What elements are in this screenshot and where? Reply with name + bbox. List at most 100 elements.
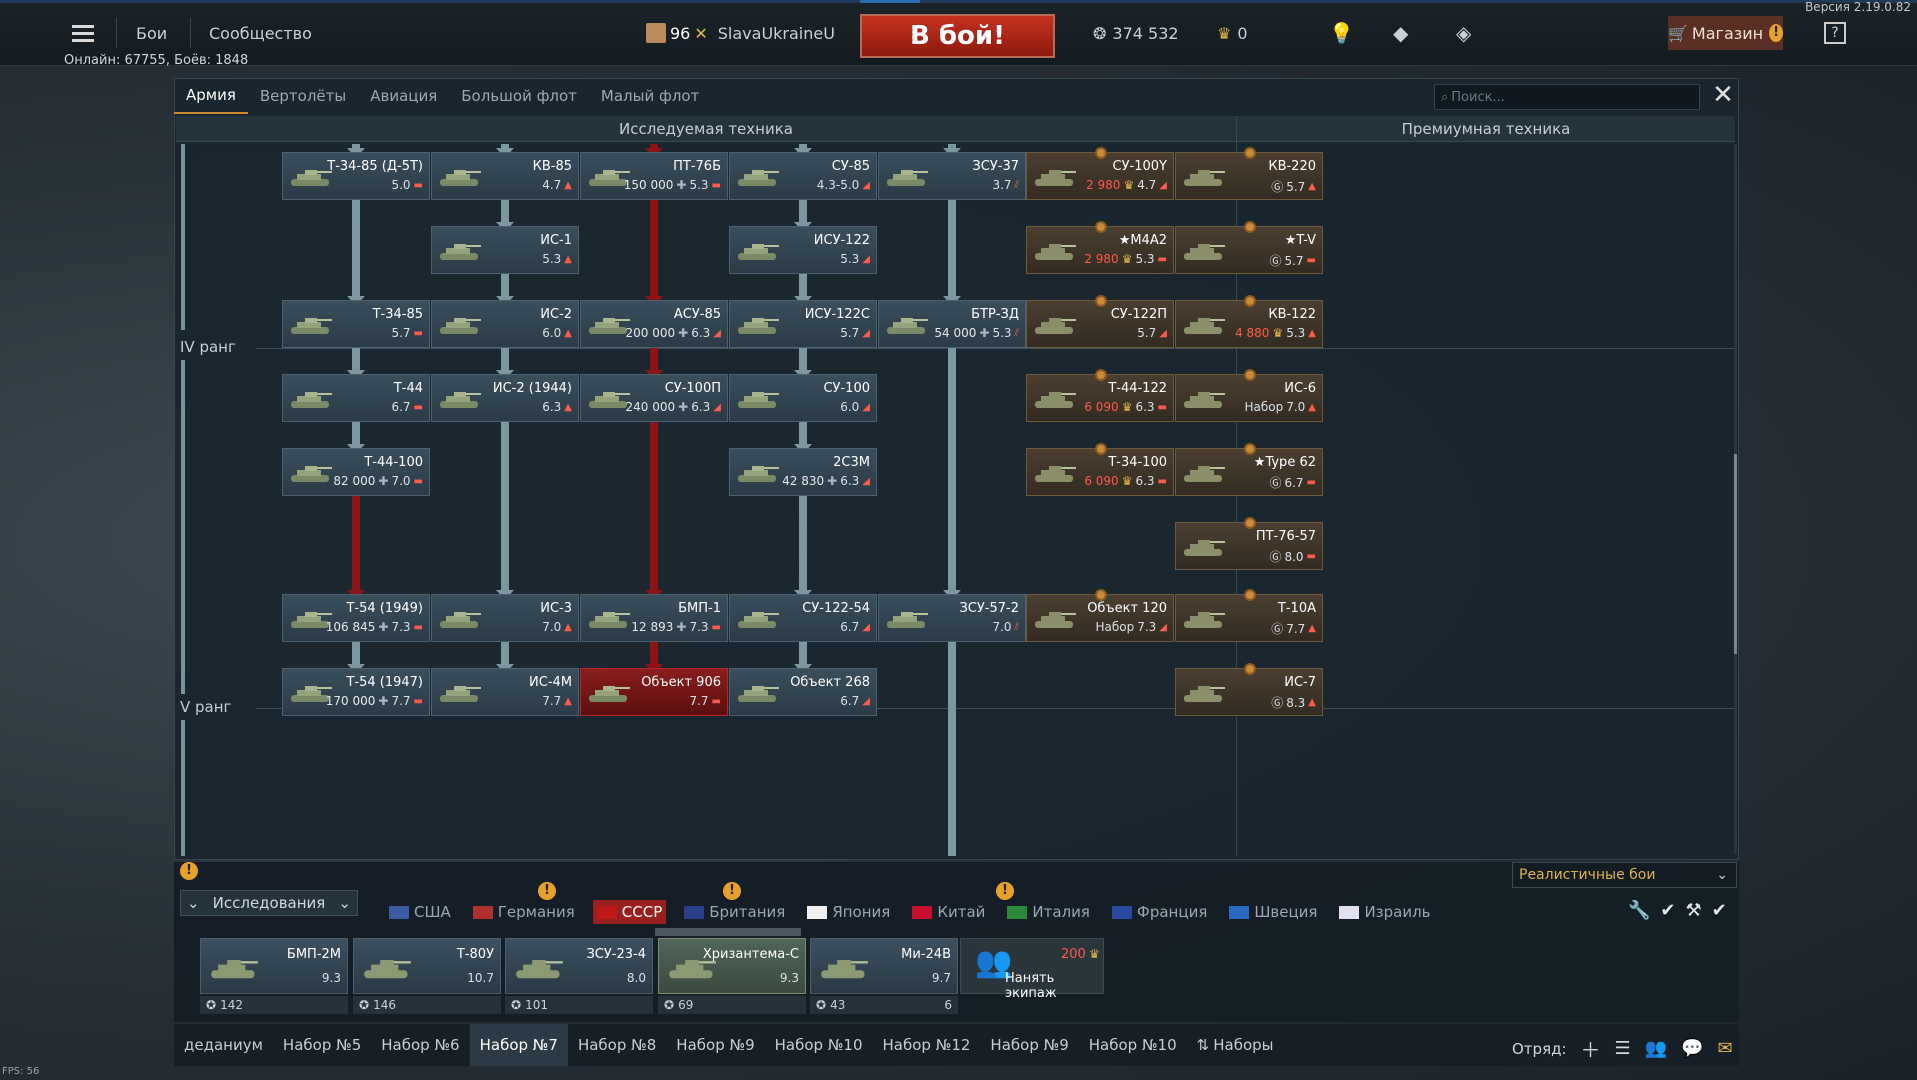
nation-tab[interactable]: СССР xyxy=(592,900,667,924)
tab-army[interactable]: Армия xyxy=(174,78,248,114)
vehicle-card[interactable]: БТР-ЗД 54 000 ✚ 5.3 ⫽ xyxy=(878,300,1026,348)
crew-vehicle[interactable]: Ми-24В 9.7 xyxy=(810,938,958,994)
vehicle-card[interactable]: ИС-3 7.0 ▲ xyxy=(431,594,579,642)
premium-vehicle-card[interactable]: Т-34-100 6 090 ♛ 6.3 ▬ xyxy=(1026,443,1174,496)
scroll-thumb[interactable] xyxy=(1734,454,1737,654)
premium-vehicle-card[interactable]: Объект 120 Набор 7.3 ◢ xyxy=(1026,589,1174,642)
vehicle-card[interactable]: ЗСУ-37 3.7 ⫽ xyxy=(878,152,1026,200)
nation-tab[interactable]: Италия xyxy=(1003,900,1094,924)
menu-icon[interactable] xyxy=(72,16,96,50)
profile[interactable]: 96 ✕ SlavaUkraineU xyxy=(646,16,835,50)
vehicle-card[interactable]: ИС-2 6.0 ▲ xyxy=(431,300,579,348)
battles-menu[interactable]: Бои xyxy=(136,16,167,50)
list-icon[interactable]: ☰ xyxy=(1615,1038,1631,1059)
nation-tab[interactable]: США xyxy=(385,900,455,924)
premium-vehicle-card[interactable]: ★Type 62 Ⓖ 6.7 ▬ xyxy=(1175,443,1323,496)
vehicle-card[interactable]: Т-54 (1949) 106 845 ✚ 7.3 ▬ xyxy=(282,594,430,642)
vehicle-card[interactable]: 2С3М 42 830 ✚ 6.3 ◢ xyxy=(729,448,877,496)
vehicle-card[interactable]: Объект 906 7.7 ▬ xyxy=(580,668,728,716)
nation-tab[interactable]: Германия xyxy=(469,900,579,924)
repair-all-icon[interactable]: ⚒ xyxy=(1686,900,1702,921)
premium-vehicle-card[interactable]: ИС-6 Набор 7.0 ▲ xyxy=(1175,369,1323,422)
crew-vehicle[interactable]: Хризантема-С 9.3 xyxy=(658,938,806,994)
vehicle-card[interactable]: Объект 268 6.7 ◢ xyxy=(729,668,877,716)
nation-tab[interactable]: Китай xyxy=(908,900,989,924)
crew-vehicle[interactable]: БМП-2М 9.3 xyxy=(200,938,348,994)
vehicle-card[interactable]: Т-44-100 82 000 ✚ 7.0 ▬ xyxy=(282,448,430,496)
preset-tab[interactable]: Набор №8 xyxy=(568,1024,666,1066)
chat-icon[interactable]: 💬 xyxy=(1681,1038,1703,1059)
premium-vehicle-card[interactable]: ИС-7 Ⓖ 8.3 ▲ xyxy=(1175,663,1323,716)
tab-aviation[interactable]: Авиация xyxy=(358,78,449,114)
premium-vehicle-card[interactable]: Т-10А Ⓖ 7.7 ▲ xyxy=(1175,589,1323,642)
decal-icon[interactable]: ◆ xyxy=(1393,16,1408,50)
search-input[interactable]: ⌕ Поиск... xyxy=(1434,84,1700,110)
nation-tab[interactable]: Франция xyxy=(1108,900,1211,924)
warning-icon[interactable]: ! xyxy=(180,862,198,880)
crew-vehicle[interactable]: Т-80У 10.7 xyxy=(353,938,501,994)
lightbulb-icon[interactable]: 💡 xyxy=(1329,16,1354,50)
nation-tab[interactable]: Израиль xyxy=(1335,900,1434,924)
close-icon[interactable]: ✕ xyxy=(1708,80,1738,110)
wrench-icon[interactable]: 🔧 xyxy=(1628,900,1650,921)
vehicle-card[interactable]: СУ-100 6.0 ◢ xyxy=(729,374,877,422)
vehicle-card[interactable]: ИС-1 5.3 ▲ xyxy=(431,226,579,274)
silver-lions[interactable]: ❂ 374 532 xyxy=(1093,16,1179,50)
crew-slot[interactable]: Ми-24В 9.7 ✪ 43 6 xyxy=(810,938,958,1014)
preset-tab[interactable]: Набор №10 xyxy=(1079,1024,1187,1066)
premium-vehicle-card[interactable]: ★T-V Ⓖ 5.7 ▬ xyxy=(1175,221,1323,274)
vehicle-card[interactable]: ПТ-76Б 150 000 ✚ 5.3 ▬ xyxy=(580,152,728,200)
vehicle-card[interactable]: АСУ-85 200 000 ✚ 6.3 ◢ xyxy=(580,300,728,348)
tab-coastal-fleet[interactable]: Малый флот xyxy=(589,78,711,114)
shop-button[interactable]: 🛒 Магазин ! xyxy=(1668,16,1783,50)
coupon-icon[interactable]: ◈ xyxy=(1456,16,1471,50)
vehicle-card[interactable]: КВ-85 4.7 ▲ xyxy=(431,152,579,200)
vehicle-card[interactable]: ИСУ-122 5.3 ◢ xyxy=(729,226,877,274)
vehicle-card[interactable]: ЗСУ-57-2 7.0 ⫽ xyxy=(878,594,1026,642)
vehicle-card[interactable]: Т-44 6.7 ▬ xyxy=(282,374,430,422)
preset-tab[interactable]: Набор №9 xyxy=(666,1024,764,1066)
vehicle-card[interactable]: Т-34-85 (Д-5Т) 5.0 ▬ xyxy=(282,152,430,200)
premium-vehicle-card[interactable]: ★М4А2 2 980 ♛ 5.3 ▬ xyxy=(1026,221,1174,274)
tab-helicopters[interactable]: Вертолёты xyxy=(248,78,358,114)
preset-tab[interactable]: деданиум xyxy=(174,1024,273,1066)
help-button[interactable]: ? xyxy=(1824,22,1846,44)
vehicle-card[interactable]: ИС-4М 7.7 ▲ xyxy=(431,668,579,716)
preset-tab[interactable]: Набор №5 xyxy=(273,1024,371,1066)
golden-eagles[interactable]: ♛ 0 xyxy=(1217,16,1248,50)
preset-tab[interactable]: ⇅ Наборы xyxy=(1187,1024,1284,1066)
crew-slot[interactable]: Хризантема-С 9.3 ✪ 69 xyxy=(658,938,806,1014)
vehicle-card[interactable]: Т-34-85 5.7 ▬ xyxy=(282,300,430,348)
game-mode-select[interactable]: Реалистичные бои ⌄ xyxy=(1512,862,1737,888)
crew-slot[interactable]: БМП-2М 9.3 ✪ 142 xyxy=(200,938,348,1014)
check-icon[interactable]: ✔ xyxy=(1712,900,1727,921)
to-battle-button[interactable]: В бой! xyxy=(860,14,1055,58)
mail-icon[interactable]: ✉ xyxy=(1718,1038,1733,1059)
premium-vehicle-card[interactable]: ПТ-76-57 Ⓖ 8.0 ▬ xyxy=(1175,517,1323,570)
crew-slot[interactable]: Т-80У 10.7 ✪ 146 xyxy=(353,938,501,1014)
community-menu[interactable]: Сообщество xyxy=(209,16,312,50)
vehicle-card[interactable]: СУ-85 4.3-5.0 ◢ xyxy=(729,152,877,200)
crew-vehicle[interactable]: ЗСУ-23-4 8.0 xyxy=(505,938,653,994)
vehicle-card[interactable]: Т-54 (1947) 170 000 ✚ 7.7 ▬ xyxy=(282,668,430,716)
crew-slot[interactable]: ЗСУ-23-4 8.0 ✪ 101 xyxy=(505,938,653,1014)
tree-scrollbar[interactable] xyxy=(1734,144,1737,854)
premium-vehicle-card[interactable]: СУ-100Y 2 980 ♛ 4.7 ◢ xyxy=(1026,147,1174,200)
vehicle-card[interactable]: БМП-1 12 893 ✚ 7.3 ▬ xyxy=(580,594,728,642)
tab-bluewater-fleet[interactable]: Большой флот xyxy=(449,78,589,114)
vehicle-card[interactable]: СУ-100П 240 000 ✚ 6.3 ◢ xyxy=(580,374,728,422)
premium-vehicle-card[interactable]: Т-44-122 6 090 ♛ 6.3 ▬ xyxy=(1026,369,1174,422)
premium-vehicle-card[interactable]: КВ-220 Ⓖ 5.7 ▲ xyxy=(1175,147,1323,200)
preset-tab[interactable]: Набор №10 xyxy=(765,1024,873,1066)
preset-tab[interactable]: Набор №12 xyxy=(873,1024,981,1066)
preset-tab[interactable]: Набор №7 xyxy=(469,1024,568,1066)
premium-vehicle-card[interactable]: КВ-122 4 880 ♛ 5.3 ▲ xyxy=(1175,295,1323,348)
plus-icon[interactable]: ＋ xyxy=(1581,1034,1601,1063)
research-toggle-button[interactable]: ⌄ Исследования ⌄ xyxy=(180,890,358,916)
hire-crew-slot[interactable]: 👥 200 ♛ Нанять экипаж xyxy=(960,938,1104,1001)
vehicle-card[interactable]: ИС-2 (1944) 6.3 ▲ xyxy=(431,374,579,422)
nation-tab[interactable]: Британия xyxy=(680,900,789,924)
nation-tab[interactable]: Швеция xyxy=(1225,900,1321,924)
check-icon[interactable]: ✔ xyxy=(1660,900,1675,921)
vehicle-card[interactable]: СУ-122-54 6.7 ◢ xyxy=(729,594,877,642)
